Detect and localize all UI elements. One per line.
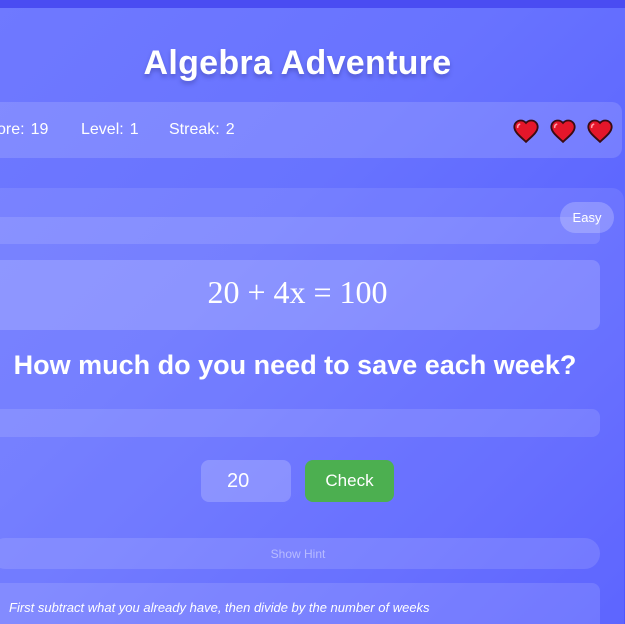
equation-text: 20 + 4x = 100 [207, 274, 388, 310]
streak-value: 2 [225, 121, 235, 138]
feedback-bar [0, 409, 600, 437]
heart-icon [587, 119, 613, 144]
heart-icon [550, 119, 576, 144]
difficulty-badge: Easy [560, 202, 614, 233]
question-text: How much do you need to save each week? [13, 350, 577, 380]
game-title: Algebra Adventure [143, 44, 452, 82]
check-button[interactable]: Check [305, 460, 394, 502]
heart-icon [513, 119, 539, 144]
score-label: ore: [0, 121, 25, 138]
answer-input[interactable] [201, 460, 291, 502]
hint-text: First subtract what you already have, th… [9, 600, 430, 615]
level-label: Level: [81, 121, 124, 138]
streak-stat: Streak: 2 [169, 121, 235, 139]
score-value: 19 [30, 121, 49, 138]
level-value: 1 [129, 121, 139, 138]
show-hint-button[interactable]: Show Hint [0, 538, 600, 569]
top-edge-strip [0, 0, 625, 8]
score-stat: ore: 19 [0, 121, 48, 139]
streak-label: Streak: [169, 121, 220, 138]
level-stat: Level: 1 [81, 121, 139, 139]
progress-bar [0, 217, 600, 244]
